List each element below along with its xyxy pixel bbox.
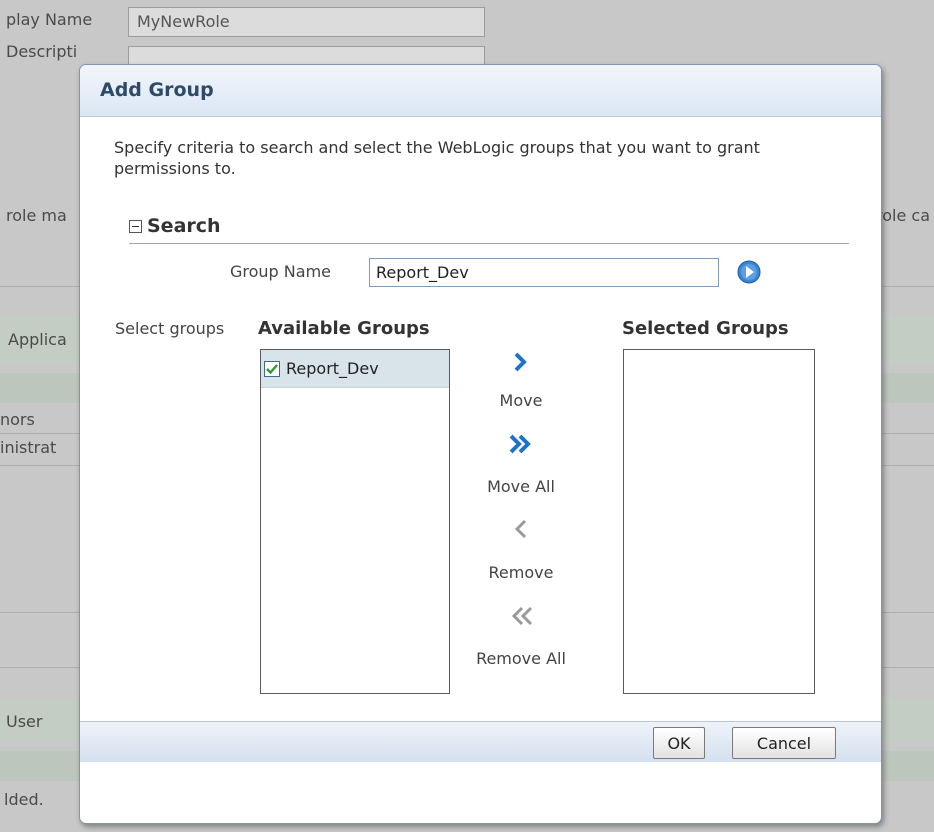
remove-all-label[interactable]: Remove All	[456, 649, 586, 668]
application-header-label: Applica	[8, 330, 67, 349]
list-item[interactable]: Report_Dev	[261, 350, 449, 388]
add-group-dialog: Add Group Specify criteria to search and…	[79, 64, 882, 824]
status-message: lded.	[4, 790, 44, 809]
display-name-label: play Name	[6, 10, 93, 29]
go-arrow-icon[interactable]	[737, 260, 761, 284]
select-groups-label: Select groups	[115, 319, 225, 338]
table-row: nors	[0, 410, 35, 429]
remove-label[interactable]: Remove	[456, 563, 586, 582]
group-name-label: Group Name	[230, 262, 331, 281]
chevron-right-icon	[514, 352, 527, 372]
collapse-minus-icon[interactable]	[129, 219, 142, 233]
dialog-titlebar[interactable]: Add Group	[80, 65, 881, 117]
move-all-button[interactable]	[456, 433, 586, 455]
role-mapping-label: role ma	[6, 206, 67, 225]
description-label: Descripti	[6, 42, 78, 61]
dialog-title: Add Group	[100, 79, 214, 101]
move-label[interactable]: Move	[456, 391, 586, 410]
checkmark-icon	[266, 363, 278, 374]
available-groups-list[interactable]: Report_Dev	[260, 349, 450, 694]
search-divider	[129, 243, 849, 244]
chevron-left-icon	[514, 519, 527, 539]
item-checkbox[interactable]	[264, 360, 280, 377]
user-header-label: User	[6, 712, 43, 731]
display-name-field[interactable]: MyNewRole	[128, 7, 485, 37]
item-label: Report_Dev	[286, 359, 379, 378]
search-section-title: Search	[147, 215, 221, 237]
remove-button[interactable]	[456, 518, 586, 540]
selected-groups-list[interactable]	[623, 349, 815, 694]
double-chevron-left-icon	[511, 606, 533, 626]
ok-button[interactable]: OK	[653, 727, 705, 759]
move-all-label[interactable]: Move All	[456, 477, 586, 496]
group-name-input[interactable]	[369, 258, 719, 287]
double-chevron-right-icon	[509, 434, 531, 454]
move-button[interactable]	[456, 351, 586, 373]
dialog-description: Specify criteria to search and select th…	[114, 138, 760, 178]
search-section-header[interactable]: Search	[129, 215, 221, 237]
selected-groups-title: Selected Groups	[622, 318, 789, 339]
available-groups-title: Available Groups	[258, 318, 430, 339]
display-name-value: MyNewRole	[137, 12, 230, 31]
cancel-button[interactable]: Cancel	[732, 727, 836, 759]
role-category-label: role ca	[876, 206, 930, 225]
table-row: inistrat	[0, 438, 57, 457]
remove-all-button[interactable]	[456, 605, 586, 627]
